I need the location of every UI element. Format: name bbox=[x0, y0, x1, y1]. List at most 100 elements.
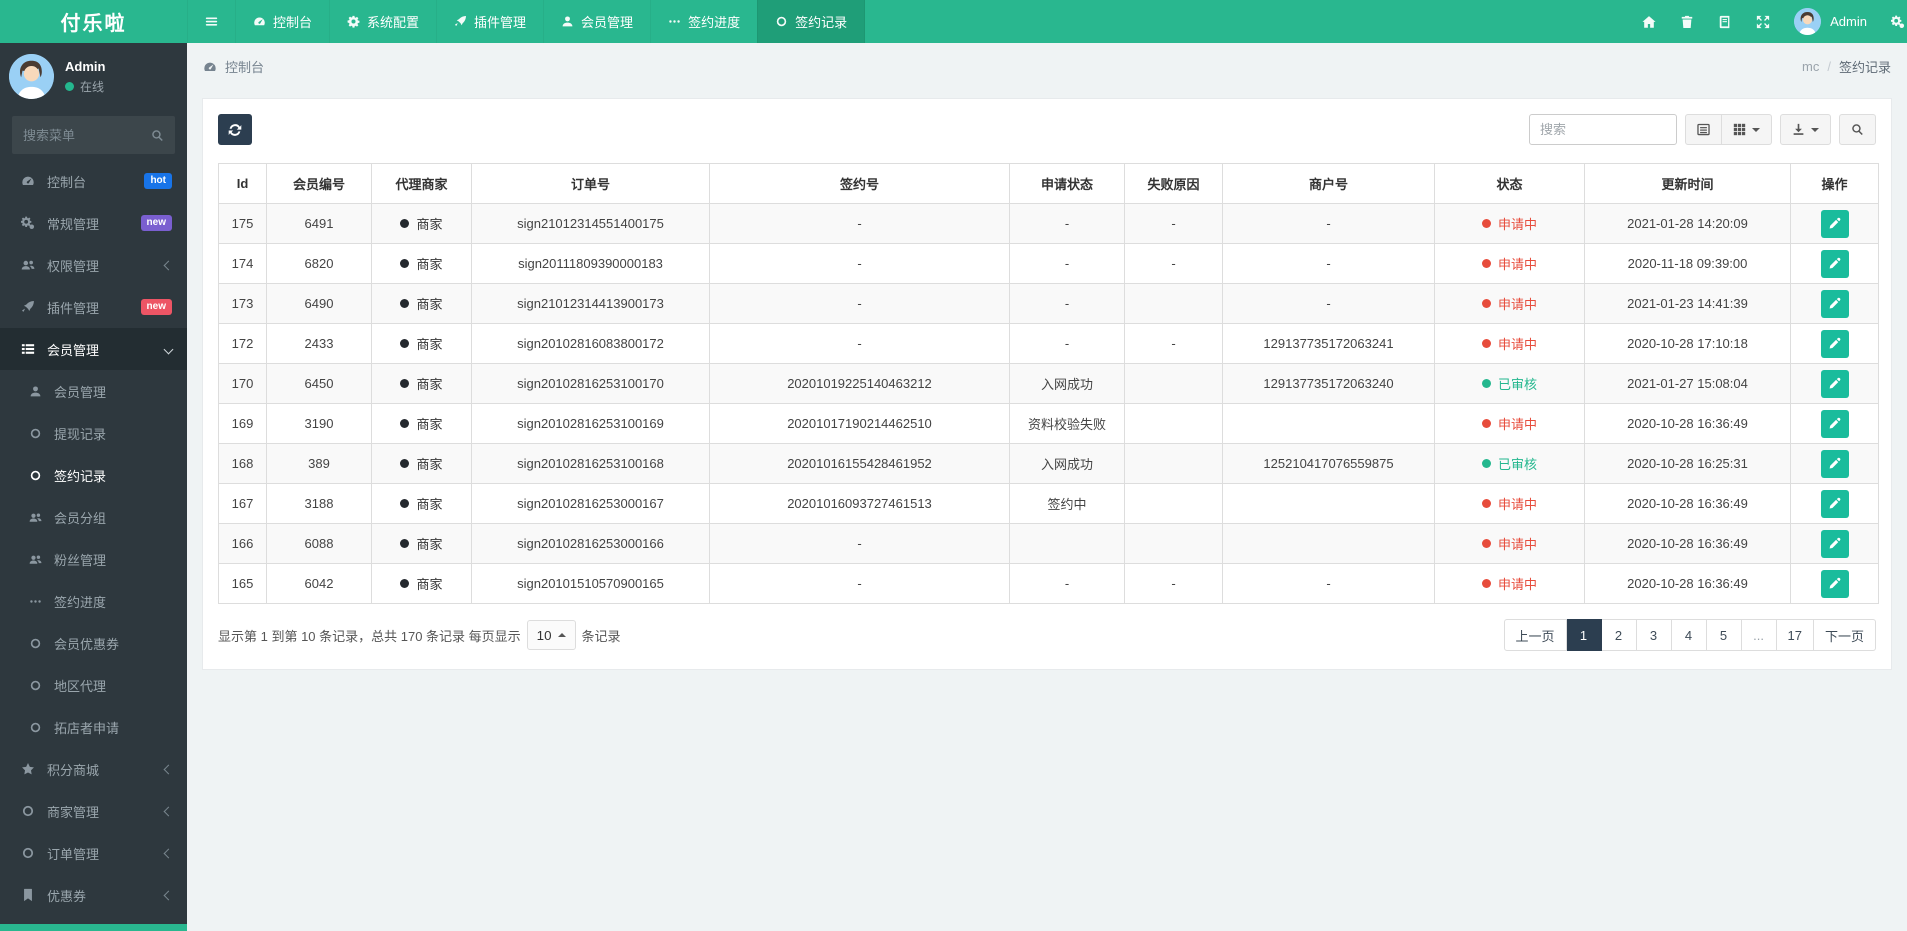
sidebar-item-order[interactable]: 订单管理 bbox=[0, 832, 187, 874]
page-button-4[interactable]: 4 bbox=[1671, 619, 1707, 651]
page-button-1[interactable]: 1 bbox=[1566, 619, 1602, 651]
cell-sign-no: - bbox=[709, 243, 1010, 284]
cell-fail-reason: - bbox=[1124, 563, 1223, 604]
breadcrumb-title: 控制台 bbox=[225, 60, 265, 75]
breadcrumb-right: mc / 签约记录 bbox=[1802, 57, 1891, 76]
sidebar-item-addon[interactable]: 插件管理 new bbox=[0, 286, 187, 328]
nav-item-sign-progress[interactable]: 签约进度 bbox=[650, 0, 757, 43]
table-row: 175 6491 商家 sign21012314551400175- - - - 申请中 202… bbox=[218, 203, 1879, 244]
sidebar-item-label: 会员管理 bbox=[54, 384, 107, 400]
trash-icon[interactable] bbox=[1680, 15, 1694, 29]
export-button[interactable] bbox=[1780, 114, 1831, 145]
page-size-dropdown[interactable]: 10 bbox=[526, 620, 576, 650]
cell-status: 申请中 bbox=[1434, 203, 1585, 244]
sidebar-item-score-mall[interactable]: 积分商城 bbox=[0, 748, 187, 790]
agent-dot-icon bbox=[400, 459, 410, 468]
nav-item-member[interactable]: 会员管理 bbox=[543, 0, 650, 43]
page-button-3[interactable]: 3 bbox=[1636, 619, 1672, 651]
ellipsis-icon bbox=[27, 595, 43, 608]
refresh-button[interactable] bbox=[218, 114, 252, 145]
cell-order-no: sign20102816253100169 bbox=[471, 403, 710, 444]
sidebar-item-auth[interactable]: 权限管理 bbox=[0, 244, 187, 286]
edit-button[interactable] bbox=[1820, 569, 1849, 598]
table-search-input[interactable] bbox=[1529, 114, 1677, 145]
pencil-icon bbox=[1828, 457, 1841, 470]
sidebar-toggle-button[interactable] bbox=[187, 0, 235, 43]
edit-button[interactable] bbox=[1820, 409, 1849, 438]
chevron-left-icon bbox=[163, 890, 174, 900]
expand-icon[interactable] bbox=[1756, 15, 1770, 29]
table-header-row: Id 会员编号 代理商家 订单号 签约号 申请状态 失败原因 商户号 状态 更新时间 操作 bbox=[218, 163, 1879, 204]
chevron-left-icon bbox=[163, 806, 174, 816]
sidebar-item-label: 提现记录 bbox=[54, 426, 107, 442]
status-dot-icon bbox=[1481, 379, 1491, 388]
cell-order-no: sign20102816253000167 bbox=[471, 483, 710, 524]
records-table: Id 会员编号 代理商家 订单号 签约号 申请状态 失败原因 商户号 状态 更新时间 操作 175 6… bbox=[218, 163, 1879, 604]
sidebar-item-coupon[interactable]: 优惠券 bbox=[0, 874, 187, 916]
cell-agent: 商家 bbox=[371, 523, 472, 564]
cell-sign-no: - bbox=[709, 323, 1010, 364]
users-icon bbox=[20, 258, 36, 272]
cell-fail-reason bbox=[1124, 403, 1223, 444]
user-menu[interactable]: Admin bbox=[1794, 8, 1867, 35]
edit-button[interactable] bbox=[1820, 369, 1849, 398]
cell-apply-status: 资料校验失败 bbox=[1009, 403, 1125, 444]
nav-item-label: 签约进度 bbox=[688, 15, 741, 30]
edit-button[interactable] bbox=[1820, 209, 1849, 238]
page-button-5[interactable]: 5 bbox=[1706, 619, 1742, 651]
sidebar-item-member-coupon[interactable]: 会员优惠券 bbox=[0, 622, 187, 664]
edit-button[interactable] bbox=[1820, 249, 1849, 278]
sidebar-item-general[interactable]: 常规管理 new bbox=[0, 202, 187, 244]
nav-item-console[interactable]: 控制台 bbox=[235, 0, 329, 43]
sidebar-item-merchant[interactable]: 商家管理 bbox=[0, 790, 187, 832]
pencil-icon bbox=[1828, 257, 1841, 270]
sidebar-item-console[interactable]: 控制台 hot bbox=[0, 160, 187, 202]
cell-apply-status: - bbox=[1009, 243, 1125, 284]
avatar[interactable] bbox=[9, 54, 54, 99]
sidebar-item-member[interactable]: 会员管理 bbox=[0, 328, 187, 370]
brand-logo[interactable]: 付乐啦 bbox=[0, 0, 187, 43]
edit-button[interactable] bbox=[1820, 329, 1849, 358]
sidebar-item-sign-record[interactable]: 签约记录 bbox=[0, 454, 187, 496]
sidebar-item-sign-progress[interactable]: 签约进度 bbox=[0, 580, 187, 622]
cell-agent: 商家 bbox=[371, 563, 472, 604]
status-badge: 申请中 bbox=[1481, 574, 1537, 593]
prev-page-button[interactable]: 上一页 bbox=[1503, 619, 1567, 651]
sidebar-item-area-agent[interactable]: 地区代理 bbox=[0, 664, 187, 706]
status-dot-icon bbox=[1481, 539, 1491, 548]
cell-status: 申请中 bbox=[1434, 283, 1585, 324]
search-toggle-button[interactable] bbox=[1839, 114, 1876, 145]
home-icon[interactable] bbox=[1642, 15, 1656, 29]
cell-member-no: 6088 bbox=[266, 523, 372, 564]
sidebar-item-fans[interactable]: 粉丝管理 bbox=[0, 538, 187, 580]
status-badge: 申请中 bbox=[1481, 254, 1537, 273]
sidebar-item-member-list[interactable]: 会员管理 bbox=[0, 370, 187, 412]
sidebar-user-name: Admin bbox=[65, 58, 106, 74]
status-badge: 已审核 bbox=[1481, 374, 1537, 393]
settings-gears-icon[interactable] bbox=[1891, 15, 1905, 29]
edit-button[interactable] bbox=[1820, 529, 1849, 558]
columns-button[interactable] bbox=[1722, 114, 1772, 145]
nav-item-sign-record[interactable]: 签约记录 bbox=[757, 0, 866, 43]
edit-button[interactable] bbox=[1820, 489, 1849, 518]
sidebar-item-withdraw-log[interactable]: 提现记录 bbox=[0, 412, 187, 454]
next-page-button[interactable]: 下一页 bbox=[1813, 619, 1876, 651]
nav-item-system-config[interactable]: 系统配置 bbox=[329, 0, 436, 43]
page-button-2[interactable]: 2 bbox=[1601, 619, 1637, 651]
sidebar-footer-bar[interactable] bbox=[0, 924, 187, 931]
cell-sign-no: - bbox=[709, 283, 1010, 324]
toolbar-right bbox=[1529, 114, 1876, 145]
online-dot-icon bbox=[65, 81, 74, 91]
agent-label: 商家 bbox=[416, 257, 443, 272]
book-icon[interactable] bbox=[1718, 15, 1732, 29]
edit-button[interactable] bbox=[1820, 289, 1849, 318]
sidebar-item-member-group[interactable]: 会员分组 bbox=[0, 496, 187, 538]
sidebar-search-input[interactable] bbox=[23, 127, 151, 143]
cell-merchant-no: - bbox=[1222, 283, 1435, 324]
nav-item-addon[interactable]: 插件管理 bbox=[436, 0, 543, 43]
column-header: 订单号 bbox=[471, 163, 710, 204]
page-button-17[interactable]: 17 bbox=[1776, 619, 1814, 651]
edit-button[interactable] bbox=[1820, 449, 1849, 478]
sidebar-item-shop-apply[interactable]: 拓店者申请 bbox=[0, 706, 187, 748]
detail-view-button[interactable] bbox=[1685, 114, 1722, 145]
